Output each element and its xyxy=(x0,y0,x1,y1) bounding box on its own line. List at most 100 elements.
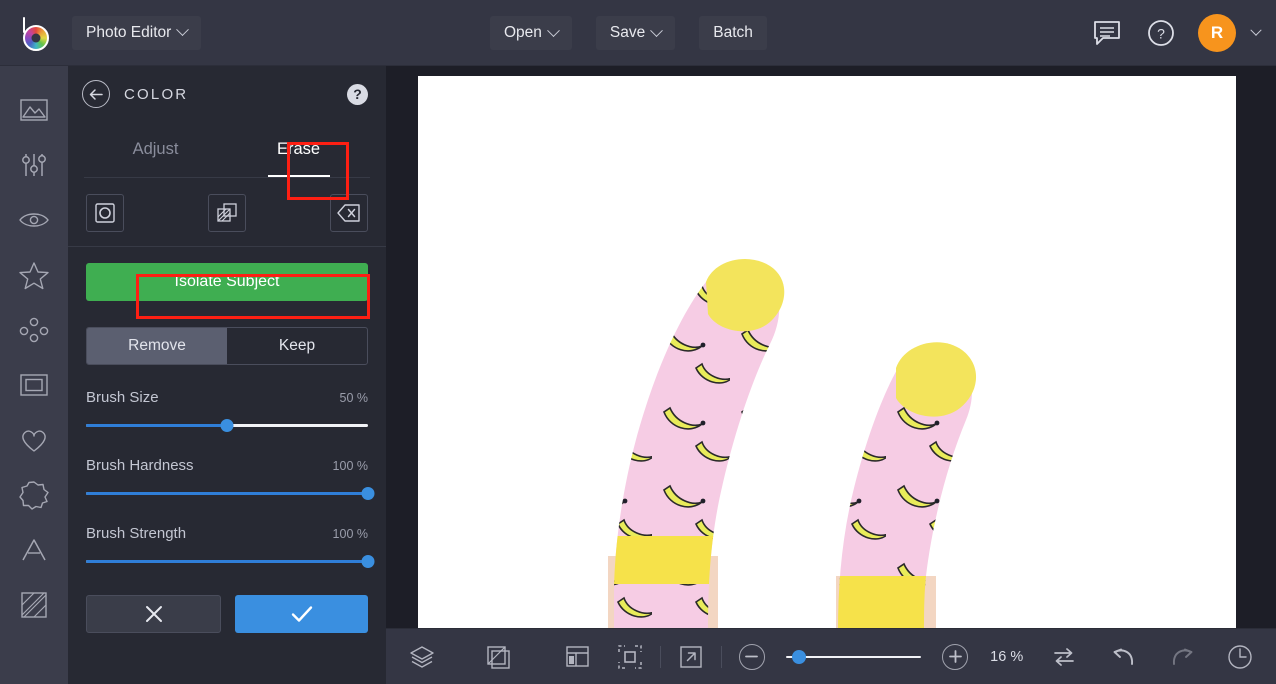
apply-button[interactable] xyxy=(235,595,368,633)
tool-brush[interactable] xyxy=(86,194,124,232)
molecule-icon xyxy=(19,317,49,342)
sidebar-item-adjust[interactable] xyxy=(0,137,68,192)
layers-button[interactable] xyxy=(400,629,444,684)
brush-size-track[interactable] xyxy=(86,417,368,433)
save-button[interactable]: Save xyxy=(596,16,675,50)
main-body: COLOR ? Adjust Erase Isolate Subject Rem… xyxy=(0,66,1276,684)
crop-button[interactable] xyxy=(476,629,520,684)
brush-strength-label: Brush Strength xyxy=(86,525,187,542)
backspace-delete-icon xyxy=(337,204,360,222)
brush-size-knob[interactable] xyxy=(220,419,234,432)
panel-header: COLOR ? xyxy=(68,66,386,122)
brush-circle-icon xyxy=(95,203,115,223)
cancel-button[interactable] xyxy=(86,595,221,633)
file-actions-group: Open Save Batch xyxy=(490,0,767,66)
brush-size-value: 50 % xyxy=(339,391,369,405)
tool-transparency[interactable] xyxy=(208,194,246,232)
mode-keep-button[interactable]: Keep xyxy=(227,328,367,364)
avatar-initial: R xyxy=(1210,23,1224,42)
heart-icon xyxy=(22,429,46,452)
erase-mode-toggle: Remove Keep xyxy=(86,327,368,365)
sidebar-item-text[interactable] xyxy=(0,522,68,577)
image-artboard[interactable] xyxy=(418,76,1236,631)
arrow-left-circle-icon xyxy=(89,88,103,100)
tab-erase[interactable]: Erase xyxy=(227,122,370,177)
expand-arrow-icon xyxy=(679,645,702,668)
sidebar-item-effects[interactable] xyxy=(0,247,68,302)
chevron-down-icon xyxy=(547,23,560,37)
sidebar-item-frames[interactable] xyxy=(0,357,68,412)
sidebar-item-texture[interactable] xyxy=(0,577,68,632)
sliders-icon xyxy=(22,153,46,176)
brush-hardness-slider: Brush Hardness 100 % xyxy=(86,457,375,501)
badge-icon xyxy=(19,480,49,510)
open-label: Open xyxy=(504,24,542,41)
canvas-area[interactable] xyxy=(386,66,1276,684)
bottom-toolbar: 16 % xyxy=(386,628,1276,684)
zoom-in-button[interactable] xyxy=(933,629,977,684)
sidebar-item-overlays[interactable] xyxy=(0,302,68,357)
app-logo[interactable] xyxy=(0,15,68,51)
check-icon xyxy=(291,606,312,622)
undo-icon xyxy=(1113,648,1134,665)
x-icon xyxy=(145,606,162,622)
avatar[interactable]: R xyxy=(1198,14,1236,52)
brush-hardness-value: 100 % xyxy=(332,459,368,473)
zoom-slider-knob[interactable] xyxy=(792,649,807,664)
redo-icon xyxy=(1173,648,1193,665)
socks-photo xyxy=(418,76,1236,631)
transparency-squares-icon xyxy=(217,203,237,222)
zoom-level-value: 16 % xyxy=(990,648,1024,665)
back-button[interactable] xyxy=(82,80,110,108)
compare-button[interactable] xyxy=(1042,629,1086,684)
account-group: ? R xyxy=(1090,0,1262,66)
undo-button[interactable] xyxy=(1102,629,1146,684)
open-button[interactable]: Open xyxy=(490,16,572,50)
sidebar-item-image[interactable] xyxy=(0,82,68,137)
compare-swap-icon xyxy=(1054,647,1075,666)
text-a-icon xyxy=(22,538,46,560)
mode-remove-button[interactable]: Remove xyxy=(87,328,227,364)
divider xyxy=(720,645,722,668)
chevron-down-icon[interactable] xyxy=(1250,24,1262,36)
zoom-slider[interactable] xyxy=(785,649,922,665)
batch-button[interactable]: Batch xyxy=(699,16,767,50)
fullscreen-button[interactable] xyxy=(669,629,713,684)
app-name-dropdown[interactable]: Photo Editor xyxy=(72,16,201,50)
top-toolbar: Photo Editor Open Save Batch ? R xyxy=(0,0,1276,66)
tab-adjust[interactable]: Adjust xyxy=(84,122,227,177)
brush-hardness-label: Brush Hardness xyxy=(86,457,194,474)
redo-button[interactable] xyxy=(1160,629,1204,684)
feedback-button[interactable] xyxy=(1090,16,1124,50)
brush-strength-track[interactable] xyxy=(86,553,375,569)
erase-tool-row xyxy=(68,178,386,247)
color-erase-panel: COLOR ? Adjust Erase Isolate Subject Rem… xyxy=(68,66,386,684)
sidebar-item-stickers[interactable] xyxy=(0,467,68,522)
brush-hardness-track[interactable] xyxy=(86,485,375,501)
brush-strength-knob[interactable] xyxy=(361,555,375,568)
texture-icon xyxy=(21,591,47,618)
crop-icon xyxy=(487,645,510,669)
tool-erase-all[interactable] xyxy=(330,194,368,232)
frame-icon xyxy=(20,373,48,396)
isolate-subject-button[interactable]: Isolate Subject xyxy=(86,263,368,301)
fit-to-screen-button[interactable] xyxy=(608,629,652,684)
brush-size-slider: Brush Size 50 % xyxy=(86,389,368,433)
canvas-column xyxy=(386,66,1276,684)
sidebar-item-retouch[interactable] xyxy=(0,192,68,247)
image-icon xyxy=(20,98,48,121)
help-button[interactable]: ? xyxy=(1144,16,1178,50)
chevron-down-icon xyxy=(650,23,664,37)
layout-button[interactable] xyxy=(556,629,600,684)
sidebar-item-favorites[interactable] xyxy=(0,412,68,467)
history-button[interactable] xyxy=(1218,629,1262,684)
panel-actions xyxy=(68,569,386,649)
brush-hardness-knob[interactable] xyxy=(361,487,375,500)
svg-text:?: ? xyxy=(1157,26,1165,42)
tool-rail xyxy=(0,66,68,684)
save-label: Save xyxy=(609,24,646,41)
page-title: COLOR xyxy=(124,85,189,103)
zoom-out-button[interactable] xyxy=(730,629,774,684)
panel-help-button[interactable]: ? xyxy=(347,83,368,105)
panel-tabs: Adjust Erase xyxy=(84,122,370,178)
